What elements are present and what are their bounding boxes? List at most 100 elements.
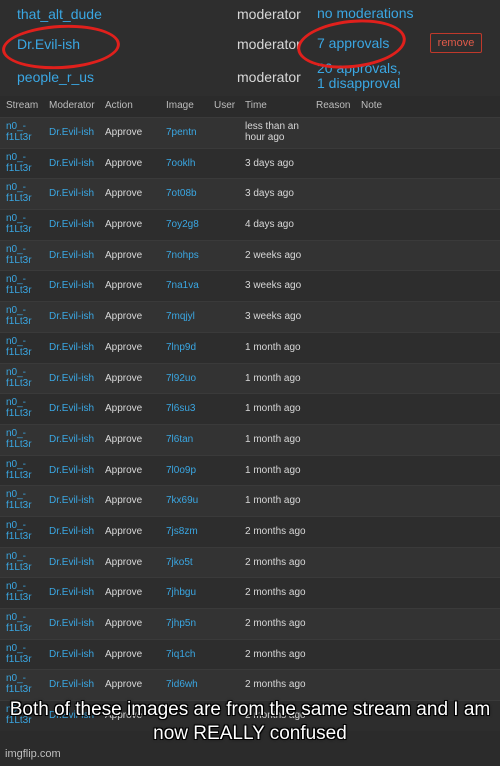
moderation-count-link[interactable]: no moderations xyxy=(317,6,414,21)
stream-link[interactable]: n0_- f1Lt3r xyxy=(6,581,42,603)
moderator-link[interactable]: Dr.Evil-ish xyxy=(49,587,94,598)
table-row: n0_- f1Lt3r Dr.Evil-ish Approve 7mqjyl 3 wee… xyxy=(0,301,500,332)
action-cell: Approve xyxy=(105,618,143,629)
header-image[interactable]: Image xyxy=(166,100,194,111)
stream-link[interactable]: n0_- f1Lt3r xyxy=(6,643,42,665)
stream-link[interactable]: n0_- f1Lt3r xyxy=(6,551,42,573)
stream-link[interactable]: n0_- f1Lt3r xyxy=(6,520,42,542)
image-link[interactable]: 7mqjyl xyxy=(166,311,195,322)
moderator-link[interactable]: Dr.Evil-ish xyxy=(49,465,94,476)
moderator-row: that_alt_dude moderator no moderations xyxy=(0,0,500,30)
stream-link[interactable]: n0_- f1Lt3r xyxy=(6,152,42,174)
stream-link[interactable]: n0_- f1Lt3r xyxy=(6,459,42,481)
header-action[interactable]: Action xyxy=(105,100,133,111)
action-cell: Approve xyxy=(105,249,143,261)
table-row: n0_- f1Lt3r Dr.Evil-ish Approve 7js8zm 2 mon… xyxy=(0,515,500,547)
moderation-count-link[interactable]: 20 approvals, 1 disapproval xyxy=(317,61,401,91)
stream-link[interactable]: n0_- f1Lt3r xyxy=(6,244,42,266)
image-link[interactable]: 7jhp5n xyxy=(166,618,196,629)
moderator-link[interactable]: Dr.Evil-ish xyxy=(49,526,94,537)
stream-link[interactable]: n0_- f1Lt3r xyxy=(6,121,42,143)
time-cell: 4 days ago xyxy=(245,219,294,231)
moderator-link[interactable]: Dr.Evil-ish xyxy=(49,403,94,414)
moderator-role: moderator xyxy=(237,36,301,52)
moderator-link[interactable]: Dr.Evil-ish xyxy=(49,557,94,568)
moderator-row: Dr.Evil-ish moderator 7 approvals xyxy=(0,30,500,60)
stream-link[interactable]: n0_- f1Lt3r xyxy=(6,213,42,235)
moderation-count-link[interactable]: 7 approvals xyxy=(317,36,389,51)
image-link[interactable]: 7l92uo xyxy=(166,373,196,384)
image-link[interactable]: 7jhbgu xyxy=(166,587,196,598)
moderator-link[interactable]: Dr.Evil-ish xyxy=(49,280,94,291)
moderator-link[interactable]: Dr.Evil-ish xyxy=(49,188,94,199)
moderator-link[interactable]: Dr.Evil-ish xyxy=(49,618,94,629)
image-link[interactable]: 7na1va xyxy=(166,280,199,291)
table-header: Stream Moderator Action Image User Time … xyxy=(0,96,500,116)
image-link[interactable]: 7js8zm xyxy=(166,526,198,537)
moderator-link[interactable]: Dr.Evil-ish xyxy=(49,158,94,169)
moderator-link[interactable]: Dr.Evil-ish xyxy=(49,219,94,230)
moderator-link[interactable]: Dr.Evil-ish xyxy=(49,250,94,261)
header-user[interactable]: User xyxy=(214,100,235,111)
table-row: n0_- f1Lt3r Dr.Evil-ish Approve 7lnp9d 1 mon… xyxy=(0,331,500,363)
time-cell: 1 month ago xyxy=(245,495,301,507)
table-row: n0_- f1Lt3r Dr.Evil-ish Approve 7oy2g8 4 day… xyxy=(0,209,500,240)
image-link[interactable]: 7nohps xyxy=(166,250,199,261)
image-link[interactable]: 7kx69u xyxy=(166,495,198,506)
stream-link[interactable]: n0_- f1Lt3r xyxy=(6,428,42,450)
stream-link[interactable]: n0_- f1Lt3r xyxy=(6,274,42,296)
time-cell: 3 weeks ago xyxy=(245,280,302,292)
header-time[interactable]: Time xyxy=(245,100,267,111)
image-link[interactable]: 7l6tan xyxy=(166,434,193,445)
table-row: n0_- f1Lt3r Dr.Evil-ish Approve 7pentn less … xyxy=(0,117,500,148)
header-moderator[interactable]: Moderator xyxy=(49,100,95,111)
action-cell: Approve xyxy=(105,341,143,353)
image-link[interactable]: 7lnp9d xyxy=(166,342,196,353)
image-link[interactable]: 7id6wh xyxy=(166,679,198,690)
image-link[interactable]: 7l0o9p xyxy=(166,465,196,476)
moderator-link[interactable]: Dr.Evil-ish xyxy=(49,373,94,384)
table-row: n0_- f1Lt3r Dr.Evil-ish Approve 7l6su3 1 mon… xyxy=(0,393,500,424)
action-cell: Approve xyxy=(105,157,143,169)
moderator-link[interactable]: Dr.Evil-ish xyxy=(49,649,94,660)
image-link[interactable]: 7jko5t xyxy=(166,557,193,568)
stream-link[interactable]: n0_- f1Lt3r xyxy=(6,305,42,327)
image-link[interactable]: 7ooklh xyxy=(166,158,195,169)
table-row: n0_- f1Lt3r Dr.Evil-ish Approve 7id6wh 2 mon… xyxy=(0,669,500,701)
stream-link[interactable]: n0_- f1Lt3r xyxy=(6,336,42,358)
moderator-link[interactable]: Dr.Evil-ish xyxy=(49,127,94,138)
moderator-name-link[interactable]: Dr.Evil-ish xyxy=(17,36,80,52)
stream-link[interactable]: n0_- f1Lt3r xyxy=(6,673,42,695)
moderator-name-link[interactable]: people_r_us xyxy=(17,69,94,85)
image-link[interactable]: 7iq1ch xyxy=(166,649,195,660)
stream-link[interactable]: n0_- f1Lt3r xyxy=(6,397,42,419)
stream-link[interactable]: n0_- f1Lt3r xyxy=(6,182,42,204)
moderator-link[interactable]: Dr.Evil-ish xyxy=(49,679,94,690)
header-reason[interactable]: Reason xyxy=(316,100,350,111)
time-cell: 2 months ago xyxy=(245,648,306,660)
stream-link[interactable]: n0_- f1Lt3r xyxy=(6,489,42,511)
action-cell: Approve xyxy=(105,464,143,476)
image-link[interactable]: 7oy2g8 xyxy=(166,219,199,230)
image-link[interactable]: 7l6su3 xyxy=(166,403,195,414)
remove-button[interactable]: remove xyxy=(430,33,482,53)
image-link[interactable]: 7ot08b xyxy=(166,188,197,199)
table-row: n0_- f1Lt3r Dr.Evil-ish Approve 7na1va 3 wee… xyxy=(0,270,500,302)
header-stream[interactable]: Stream xyxy=(6,100,38,111)
stream-link[interactable]: n0_- f1Lt3r xyxy=(6,612,42,634)
header-note[interactable]: Note xyxy=(361,100,382,111)
meme-caption: Both of these images are from the same s… xyxy=(9,699,491,744)
image-link[interactable]: 7pentn xyxy=(166,127,197,138)
moderator-name-link[interactable]: that_alt_dude xyxy=(17,6,102,22)
moderator-link[interactable]: Dr.Evil-ish xyxy=(49,434,94,445)
moderator-link[interactable]: Dr.Evil-ish xyxy=(49,495,94,506)
moderator-link[interactable]: Dr.Evil-ish xyxy=(49,311,94,322)
time-cell: 2 months ago xyxy=(245,587,306,599)
action-cell: Approve xyxy=(105,648,143,660)
moderator-link[interactable]: Dr.Evil-ish xyxy=(49,342,94,353)
action-cell: Approve xyxy=(105,495,143,507)
stream-link[interactable]: n0_- f1Lt3r xyxy=(6,367,42,389)
table-row: n0_- f1Lt3r Dr.Evil-ish Approve 7jhp5n 2 mon… xyxy=(0,608,500,639)
time-cell: 2 months ago xyxy=(245,679,306,691)
time-cell: 3 weeks ago xyxy=(245,311,302,323)
